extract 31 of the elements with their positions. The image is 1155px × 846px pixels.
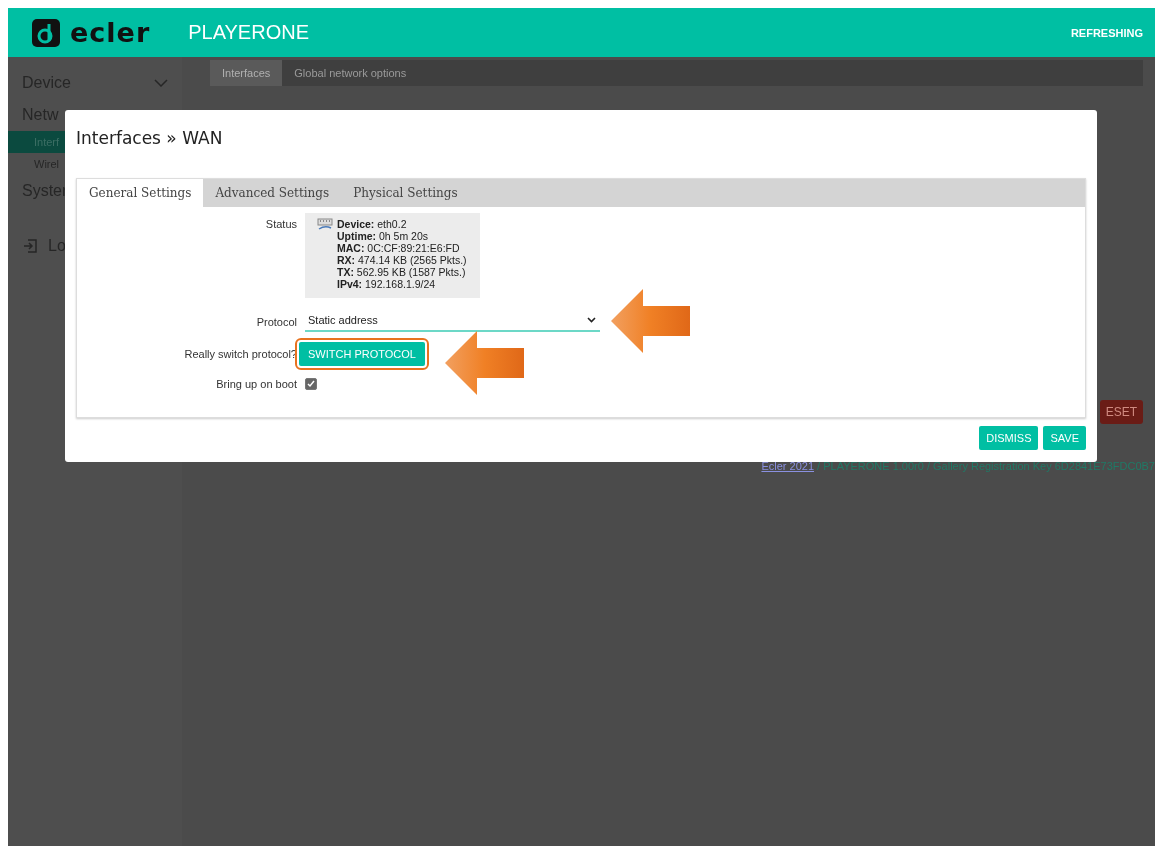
status-line: Device: eth0.2 bbox=[337, 218, 408, 230]
protocol-select[interactable]: Static address bbox=[305, 312, 600, 332]
status-line: MAC: 0C:CF:89:21:E6:FD bbox=[337, 242, 461, 254]
field-label: Status bbox=[264, 217, 297, 230]
switch-protocol-button[interactable]: SWITCH PROTOCOL bbox=[299, 342, 425, 366]
save-button[interactable]: SAVE bbox=[1043, 426, 1086, 450]
brand-logo: ecler bbox=[70, 17, 151, 48]
app-title: PLAYERONE bbox=[188, 21, 309, 44]
status-line: IPv4: 192.168.1.9/24 bbox=[337, 278, 437, 290]
settings-tab[interactable]: Physical Settings bbox=[341, 179, 470, 207]
boot-checkbox[interactable] bbox=[305, 378, 317, 390]
footer-link[interactable]: Ecler 2021 bbox=[761, 460, 815, 472]
status-line: Uptime: 0h 5m 20s bbox=[337, 230, 430, 242]
page-tab[interactable]: Interfaces bbox=[210, 60, 283, 86]
page-tab[interactable]: Global network options bbox=[282, 60, 419, 86]
field-label: Really switch protocol? bbox=[183, 348, 297, 360]
dismiss-button[interactable]: DISMISS bbox=[979, 426, 1039, 450]
chevron-down-icon bbox=[587, 317, 596, 323]
modal-title: Interfaces » WAN bbox=[76, 128, 224, 148]
status-line: RX: 474.14 KB (2565 Pkts.) bbox=[337, 254, 467, 266]
field-label: Protocol bbox=[255, 316, 297, 328]
logout-icon bbox=[22, 238, 38, 254]
logo-icon bbox=[32, 18, 60, 47]
chevron-down-icon bbox=[154, 79, 168, 87]
settings-tab[interactable]: Advanced Settings bbox=[203, 179, 342, 207]
status-text: REFRESHING bbox=[1070, 26, 1143, 39]
field-label: Bring up on boot bbox=[215, 378, 297, 390]
status-line: TX: 562.95 KB (1587 Pkts.) bbox=[337, 266, 467, 278]
network-port-icon bbox=[317, 218, 333, 231]
settings-tab[interactable]: General Settings bbox=[77, 179, 204, 207]
reset-button[interactable]: ESET bbox=[1099, 400, 1143, 424]
